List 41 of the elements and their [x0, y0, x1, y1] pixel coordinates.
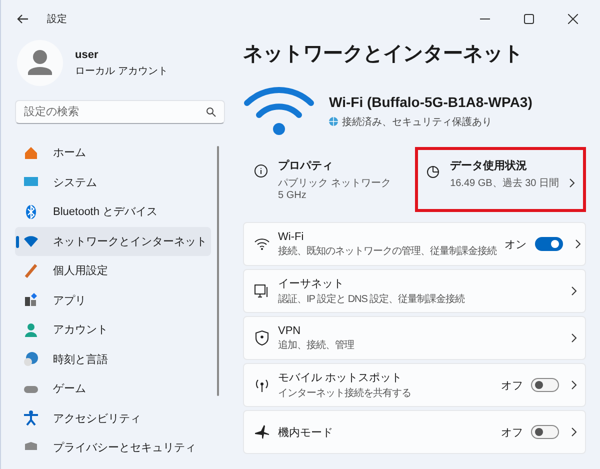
user-name: user: [75, 48, 100, 60]
settings-card[interactable]: 機内モード オフ: [243, 410, 586, 454]
sidebar-item[interactable]: 個人用設定: [15, 256, 211, 286]
connection-status: 接続済み、セキュリティ保護あり: [342, 116, 492, 128]
tile-detail: パブリック ネットワーク: [278, 176, 392, 190]
toggle-state-label: オフ: [501, 378, 523, 392]
sidebar-item[interactable]: ネットワークとインターネット: [15, 226, 211, 256]
tile-title: プロパティ: [278, 158, 334, 173]
window-title: 設定: [47, 12, 67, 26]
toggle-state-label: オフ: [501, 426, 523, 440]
settings-card[interactable]: イーサネット 認証、IP 設定と DNS 設定、従量制課金接続: [243, 269, 586, 313]
setting-title: VPN: [278, 324, 302, 336]
setting-title: 機内モード: [278, 426, 334, 440]
setting-description: 接続、既知のネットワークの管理、従量制課金接続: [278, 246, 496, 258]
settings-card[interactable]: VPN 追加、接続、管理: [243, 316, 586, 360]
sidebar-item[interactable]: システム: [15, 168, 211, 197]
sidebar-item[interactable]: Bluetooth とデバイス: [15, 197, 211, 226]
sidebar-item[interactable]: ホーム: [15, 138, 211, 168]
setting-title: Wi-Fi: [278, 230, 305, 242]
setting-title: イーサネット: [278, 277, 345, 291]
setting-description: インターネット接続を共有する: [278, 388, 412, 400]
tile-detail: 16.49 GB、過去 30 日間: [450, 176, 559, 190]
setting-description: 認証、IP 設定と DNS 設定、従量制課金接続: [278, 294, 466, 306]
account-type: ローカル アカウント: [75, 64, 168, 78]
sidebar-item[interactable]: ゲーム: [15, 374, 211, 404]
tile-detail: 5 GHz: [278, 190, 308, 201]
sidebar-item[interactable]: プライバシーとセキュリティ: [15, 433, 211, 462]
toggle-state-label: オン: [504, 238, 526, 252]
page-title: ネットワークとインターネット: [243, 42, 524, 67]
search-field[interactable]: 設定の検索: [15, 100, 225, 124]
tile-title: データ使用状況: [450, 158, 528, 173]
summary-tile[interactable]: プロパティ パブリック ネットワーク 5 GHz: [243, 147, 412, 212]
network-name: Wi-Fi (Buffalo-5G-B1A8-WPA3): [329, 94, 532, 110]
setting-description: 追加、接続、管理: [278, 340, 356, 352]
settings-card[interactable]: モバイル ホットスポット インターネット接続を共有する オフ: [243, 363, 586, 407]
sidebar-item[interactable]: アプリ: [15, 286, 211, 315]
sidebar-item[interactable]: アカウント: [15, 315, 211, 344]
summary-tile[interactable]: データ使用状況 16.49 GB、過去 30 日間: [415, 147, 586, 212]
setting-title: モバイル ホットスポット: [278, 371, 404, 385]
sidebar-item[interactable]: アクセシビリティ: [15, 404, 211, 433]
sidebar-item[interactable]: 時刻と言語: [15, 344, 211, 374]
